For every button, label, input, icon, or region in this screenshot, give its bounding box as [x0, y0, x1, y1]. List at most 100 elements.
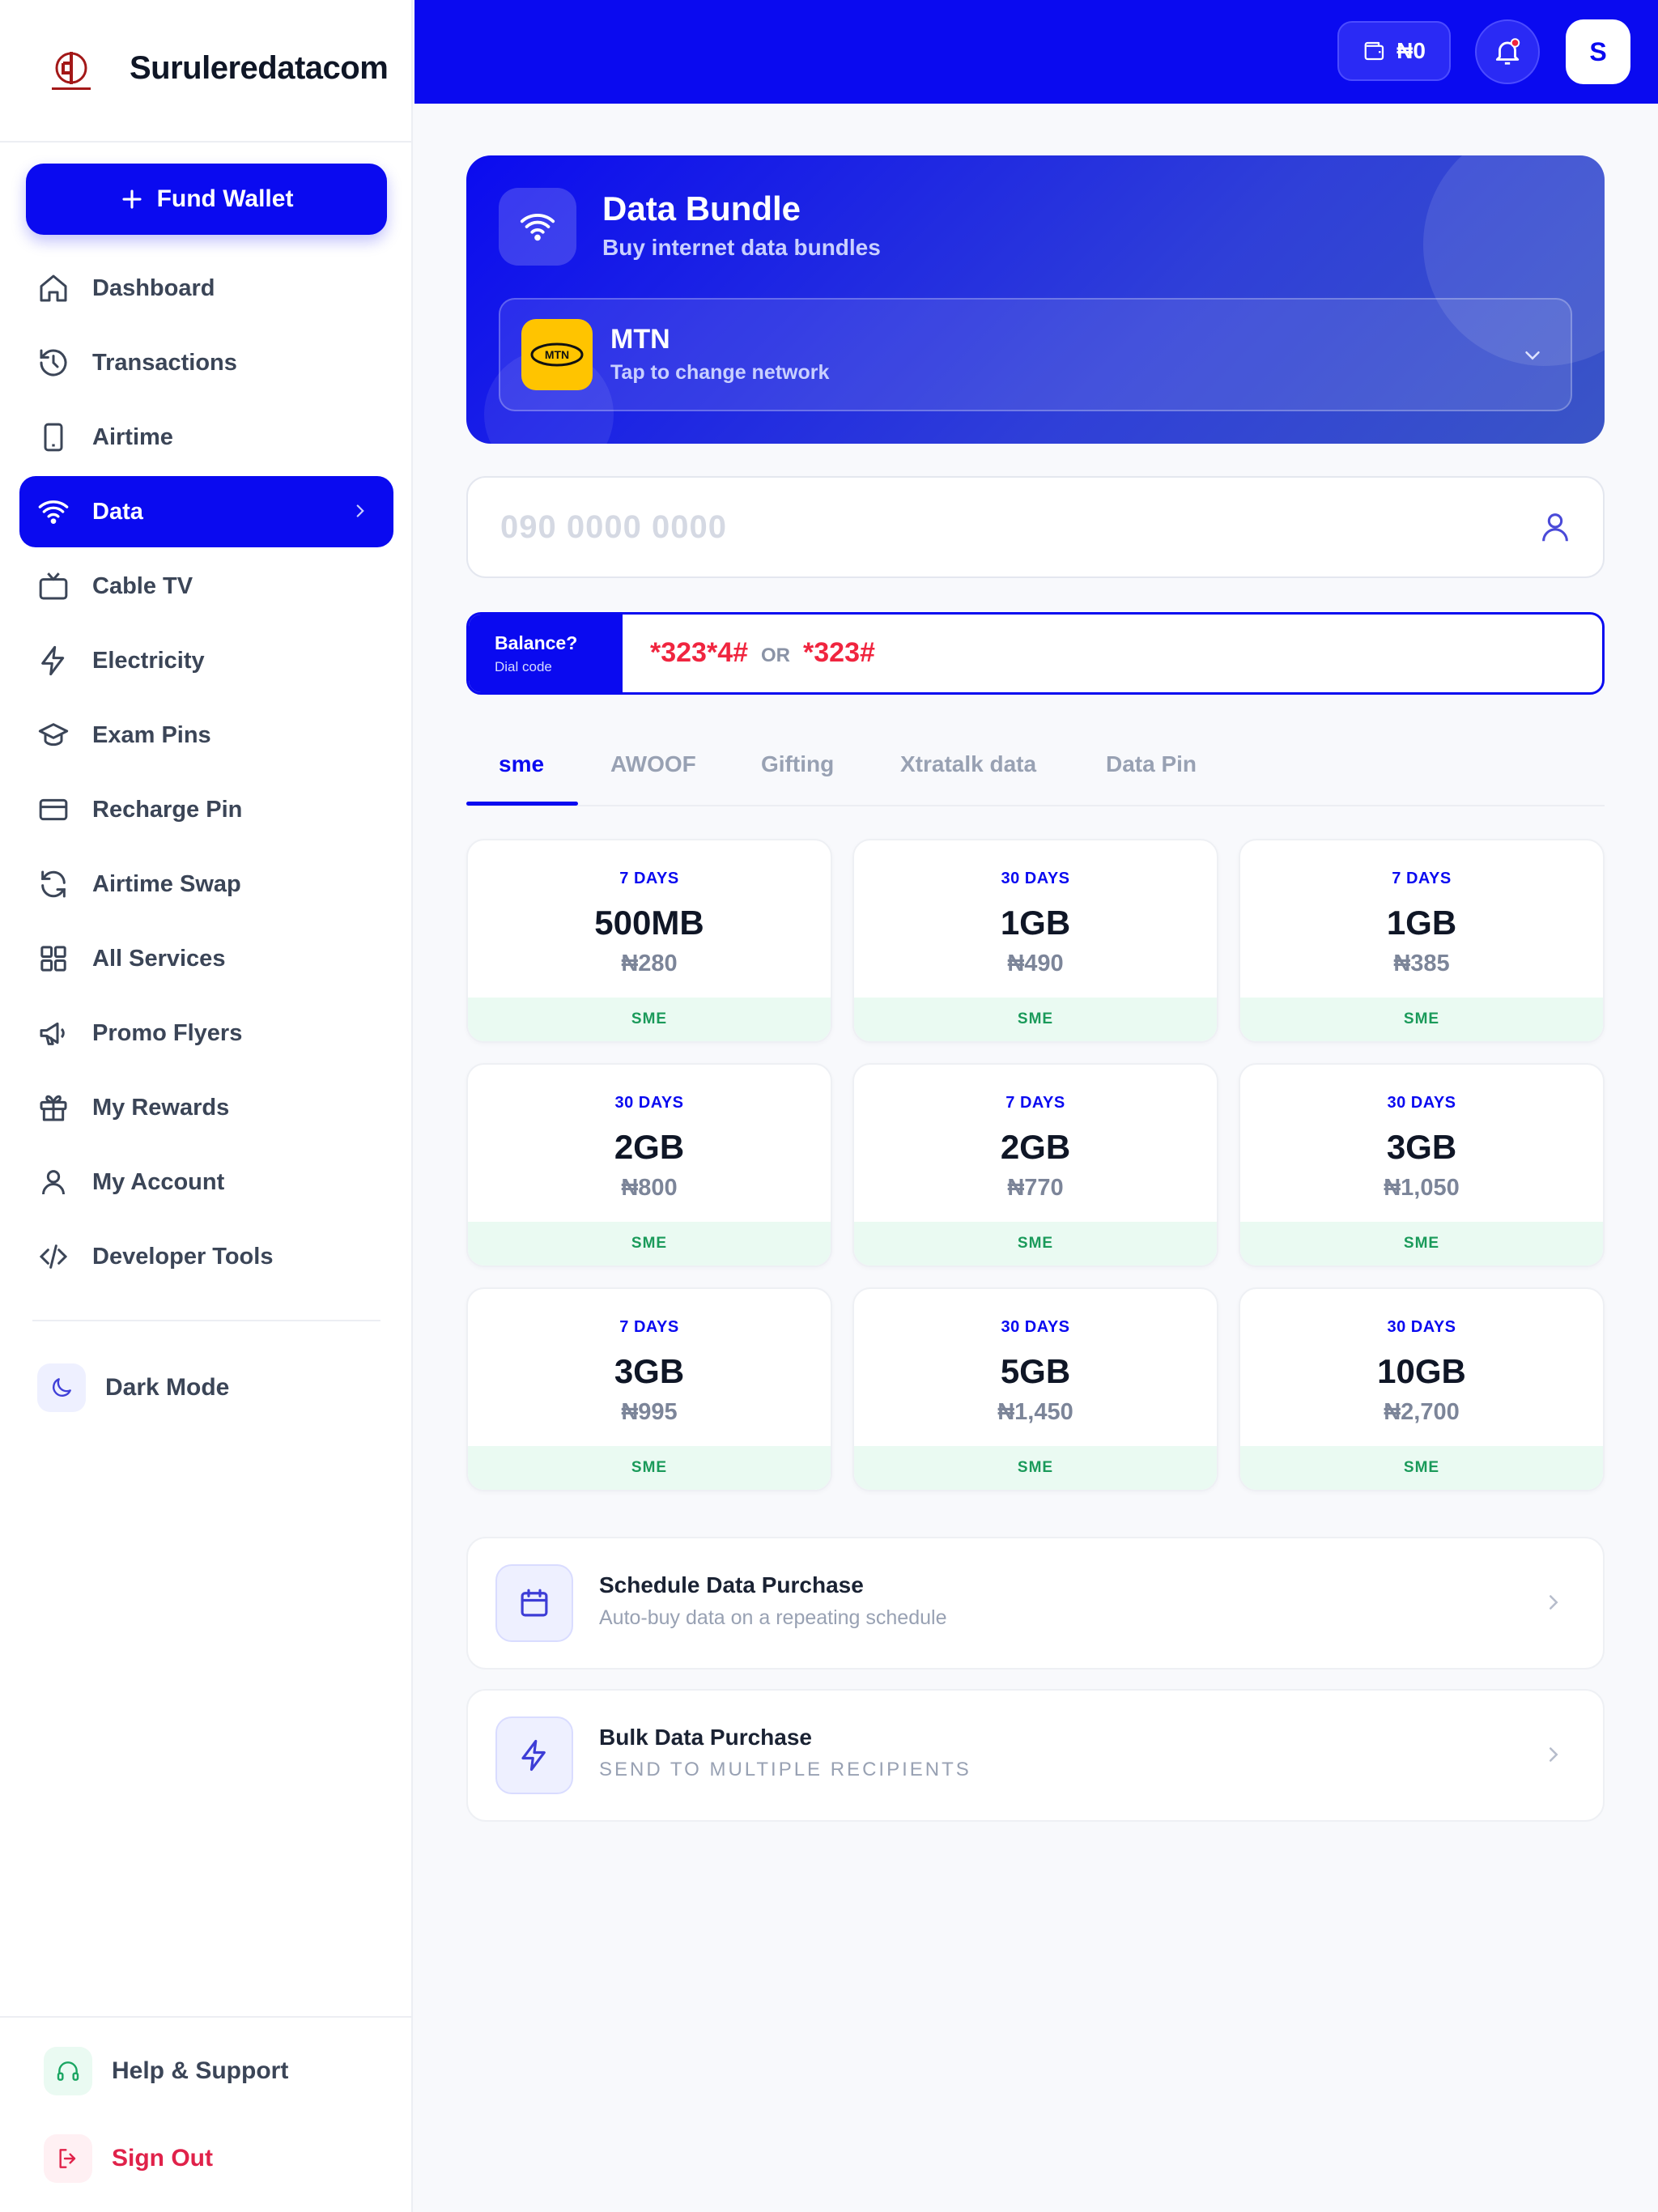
sidebar-item-recharge-pin[interactable]: Recharge Pin	[19, 774, 393, 845]
plan-price: ₦995	[621, 1399, 678, 1425]
logout-icon	[44, 2134, 92, 2183]
sidebar-item-all-services[interactable]: All Services	[19, 923, 393, 994]
fund-wallet-button[interactable]: Fund Wallet	[26, 164, 387, 235]
plan-type-badge: SME	[854, 1222, 1217, 1266]
dark-mode-toggle[interactable]: Dark Mode	[37, 1363, 229, 1412]
plan-type-badge: SME	[468, 1222, 831, 1266]
plan-category-tabs: sme AWOOF Gifting Xtratalk data Data Pin	[466, 734, 1605, 806]
sidebar-item-cable-tv[interactable]: Cable TV	[19, 551, 393, 622]
plan-card[interactable]: 7 DAYS 3GB ₦995 SME	[466, 1287, 832, 1491]
avatar[interactable]: S	[1566, 19, 1630, 84]
sidebar-item-label: Airtime	[92, 423, 173, 450]
card-icon	[39, 798, 68, 821]
dial-code-separator: OR	[761, 644, 791, 666]
plan-card[interactable]: 7 DAYS 2GB ₦770 SME	[852, 1063, 1218, 1267]
plan-size: 1GB	[1000, 904, 1071, 942]
tab-awoof[interactable]: AWOOF	[610, 751, 696, 777]
grid-icon	[40, 946, 66, 972]
sidebar-item-label: Dashboard	[92, 274, 215, 301]
plan-card[interactable]: 30 DAYS 5GB ₦1,450 SME	[852, 1287, 1218, 1491]
plan-size: 3GB	[1386, 1128, 1457, 1166]
phone-number-input[interactable]	[500, 502, 1472, 552]
plan-price: ₦385	[1393, 951, 1450, 976]
page-title: Data Bundle	[602, 189, 801, 228]
plan-card[interactable]: 30 DAYS 2GB ₦800 SME	[466, 1063, 832, 1267]
network-hint: Tap to change network	[610, 361, 830, 384]
brand-logo[interactable]	[45, 45, 97, 97]
refresh-icon	[41, 870, 66, 898]
lightning-icon	[41, 645, 65, 676]
notifications-button[interactable]	[1475, 19, 1540, 84]
sidebar-item-label: Recharge Pin	[92, 796, 243, 823]
sidebar-item-developer-tools[interactable]: Developer Tools	[19, 1221, 393, 1292]
data-bundle-header: Data Bundle Buy internet data bundles MT…	[466, 155, 1605, 444]
home-icon	[40, 274, 67, 302]
wifi-icon	[499, 188, 576, 266]
brand-name: Suruleredatacom	[130, 50, 389, 86]
plan-price: ₦280	[621, 951, 678, 976]
balance-dial-codes: Balance? Dial code *323*4# OR *323#	[466, 612, 1605, 695]
plan-card[interactable]: 30 DAYS 1GB ₦490 SME	[852, 839, 1218, 1043]
plan-size: 5GB	[1000, 1352, 1071, 1390]
sign-out-link[interactable]: Sign Out	[44, 2134, 213, 2183]
wifi-icon	[38, 500, 69, 524]
moon-icon	[37, 1363, 86, 1412]
sidebar-item-label: Developer Tools	[92, 1243, 274, 1270]
tab-gifting[interactable]: Gifting	[761, 751, 834, 777]
chevron-right-icon	[1550, 1595, 1558, 1610]
sidebar-item-label: Data	[92, 498, 143, 525]
sidebar-item-airtime-swap[interactable]: Airtime Swap	[19, 849, 393, 920]
tab-data-pin[interactable]: Data Pin	[1106, 751, 1197, 777]
phone-icon	[44, 423, 63, 452]
sidebar-item-label: Promo Flyers	[92, 1019, 243, 1046]
sign-out-label: Sign Out	[112, 2145, 213, 2172]
plan-size: 3GB	[614, 1352, 685, 1390]
mtn-logo: MTN	[521, 319, 593, 390]
sidebar-item-my-rewards[interactable]: My Rewards	[19, 1072, 393, 1143]
sidebar-item-promo-flyers[interactable]: Promo Flyers	[19, 998, 393, 1069]
plan-card[interactable]: 7 DAYS 1GB ₦385 SME	[1239, 839, 1605, 1043]
sidebar-item-dashboard[interactable]: Dashboard	[19, 253, 393, 324]
graduation-cap-icon	[38, 723, 69, 747]
code-icon	[39, 1244, 68, 1269]
wallet-icon	[1364, 41, 1384, 61]
sidebar-item-airtime[interactable]: Airtime	[19, 402, 393, 473]
sidebar-item-label: Airtime Swap	[92, 870, 241, 897]
help-support-link[interactable]: Help & Support	[44, 2047, 288, 2095]
sidebar-item-transactions[interactable]: Transactions	[19, 327, 393, 398]
tab-xtratalk-data[interactable]: Xtratalk data	[900, 751, 1036, 777]
mtn-logo-text: MTN	[545, 348, 569, 361]
calendar-icon	[495, 1564, 573, 1642]
plan-type-badge: SME	[468, 1446, 831, 1490]
plan-duration: 30 DAYS	[1001, 1318, 1070, 1336]
plan-price: ₦1,450	[997, 1399, 1073, 1425]
plan-duration: 7 DAYS	[1392, 870, 1452, 887]
plan-card[interactable]: 30 DAYS 10GB ₦2,700 SME	[1239, 1287, 1605, 1491]
plan-duration: 30 DAYS	[1001, 870, 1070, 887]
tab-sme[interactable]: sme	[499, 751, 544, 777]
sidebar-item-label: Cable TV	[92, 572, 193, 599]
sidebar-footer-divider	[0, 2016, 413, 2018]
dial-code-secondary: *323#	[803, 637, 875, 668]
plan-type-badge: SME	[468, 998, 831, 1041]
sidebar-item-exam-pins[interactable]: Exam Pins	[19, 700, 393, 771]
help-support-label: Help & Support	[112, 2057, 289, 2084]
bulk-data-purchase-row[interactable]: Bulk Data Purchase SEND TO MULTIPLE RECI…	[466, 1689, 1605, 1822]
sidebar-item-data[interactable]: Data	[19, 476, 393, 547]
sidebar-item-label: All Services	[92, 945, 226, 972]
plan-card[interactable]: 7 DAYS 500MB ₦280 SME	[466, 839, 832, 1043]
balance-label: Balance?	[495, 632, 578, 653]
sidebar-item-my-account[interactable]: My Account	[19, 1146, 393, 1218]
contact-picker-icon[interactable]	[1537, 508, 1574, 546]
user-icon	[42, 1170, 65, 1195]
schedule-data-purchase-row[interactable]: Schedule Data Purchase Auto-buy data on …	[466, 1537, 1605, 1670]
plan-card[interactable]: 30 DAYS 3GB ₦1,050 SME	[1239, 1063, 1605, 1267]
dark-mode-label: Dark Mode	[105, 1374, 230, 1401]
sidebar-item-electricity[interactable]: Electricity	[19, 625, 393, 696]
history-icon	[40, 349, 67, 376]
brand-header: Suruleredatacom	[0, 0, 413, 143]
network-selector[interactable]: MTN MTN Tap to change network	[499, 298, 1572, 411]
wallet-balance-button[interactable]: ₦0	[1337, 21, 1451, 81]
sidebar-item-label: My Account	[92, 1168, 225, 1195]
plan-type-badge: SME	[854, 1446, 1217, 1490]
